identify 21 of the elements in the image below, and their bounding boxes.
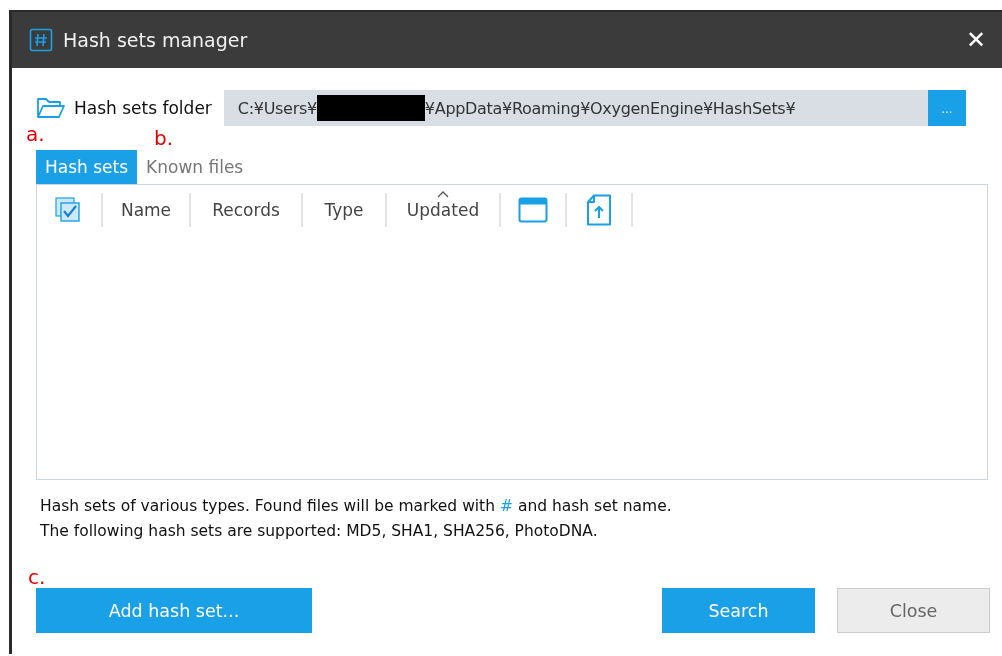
upload-file-icon[interactable]	[586, 194, 612, 226]
column-header[interactable]: Updated	[406, 191, 480, 220]
annotation-label: b.	[154, 126, 174, 150]
path-field[interactable]: C:¥Users¥ ¥AppData¥Roaming¥OxygenEngine¥HashSets¥	[223, 90, 928, 126]
description-text: Hash sets of various types. Found files will be marked with # and hash set name.	[40, 496, 673, 517]
folder-label: Hash sets folder	[74, 98, 212, 118]
hash-icon	[29, 28, 53, 52]
annotation-label: c.	[28, 566, 47, 588]
column-header[interactable]: Name	[120, 191, 172, 220]
close-button[interactable]: ✕	[949, 26, 1002, 54]
column-header[interactable]: Type	[324, 191, 364, 220]
window-icon[interactable]	[518, 197, 548, 223]
annotation-label: a.	[26, 122, 45, 146]
description-text: The following hash sets are supported: MD5, SHA1, SHA256, PhotoDNA.	[40, 521, 599, 542]
window-title: Hash sets manager	[63, 29, 248, 51]
checkbox[interactable]	[55, 197, 81, 223]
column-header[interactable]: Records	[212, 191, 280, 220]
close-dialog-button[interactable]: Close	[837, 588, 990, 633]
folder-icon	[36, 97, 66, 119]
sort-caret-icon	[437, 191, 449, 198]
tab[interactable]: Known files	[137, 150, 253, 184]
